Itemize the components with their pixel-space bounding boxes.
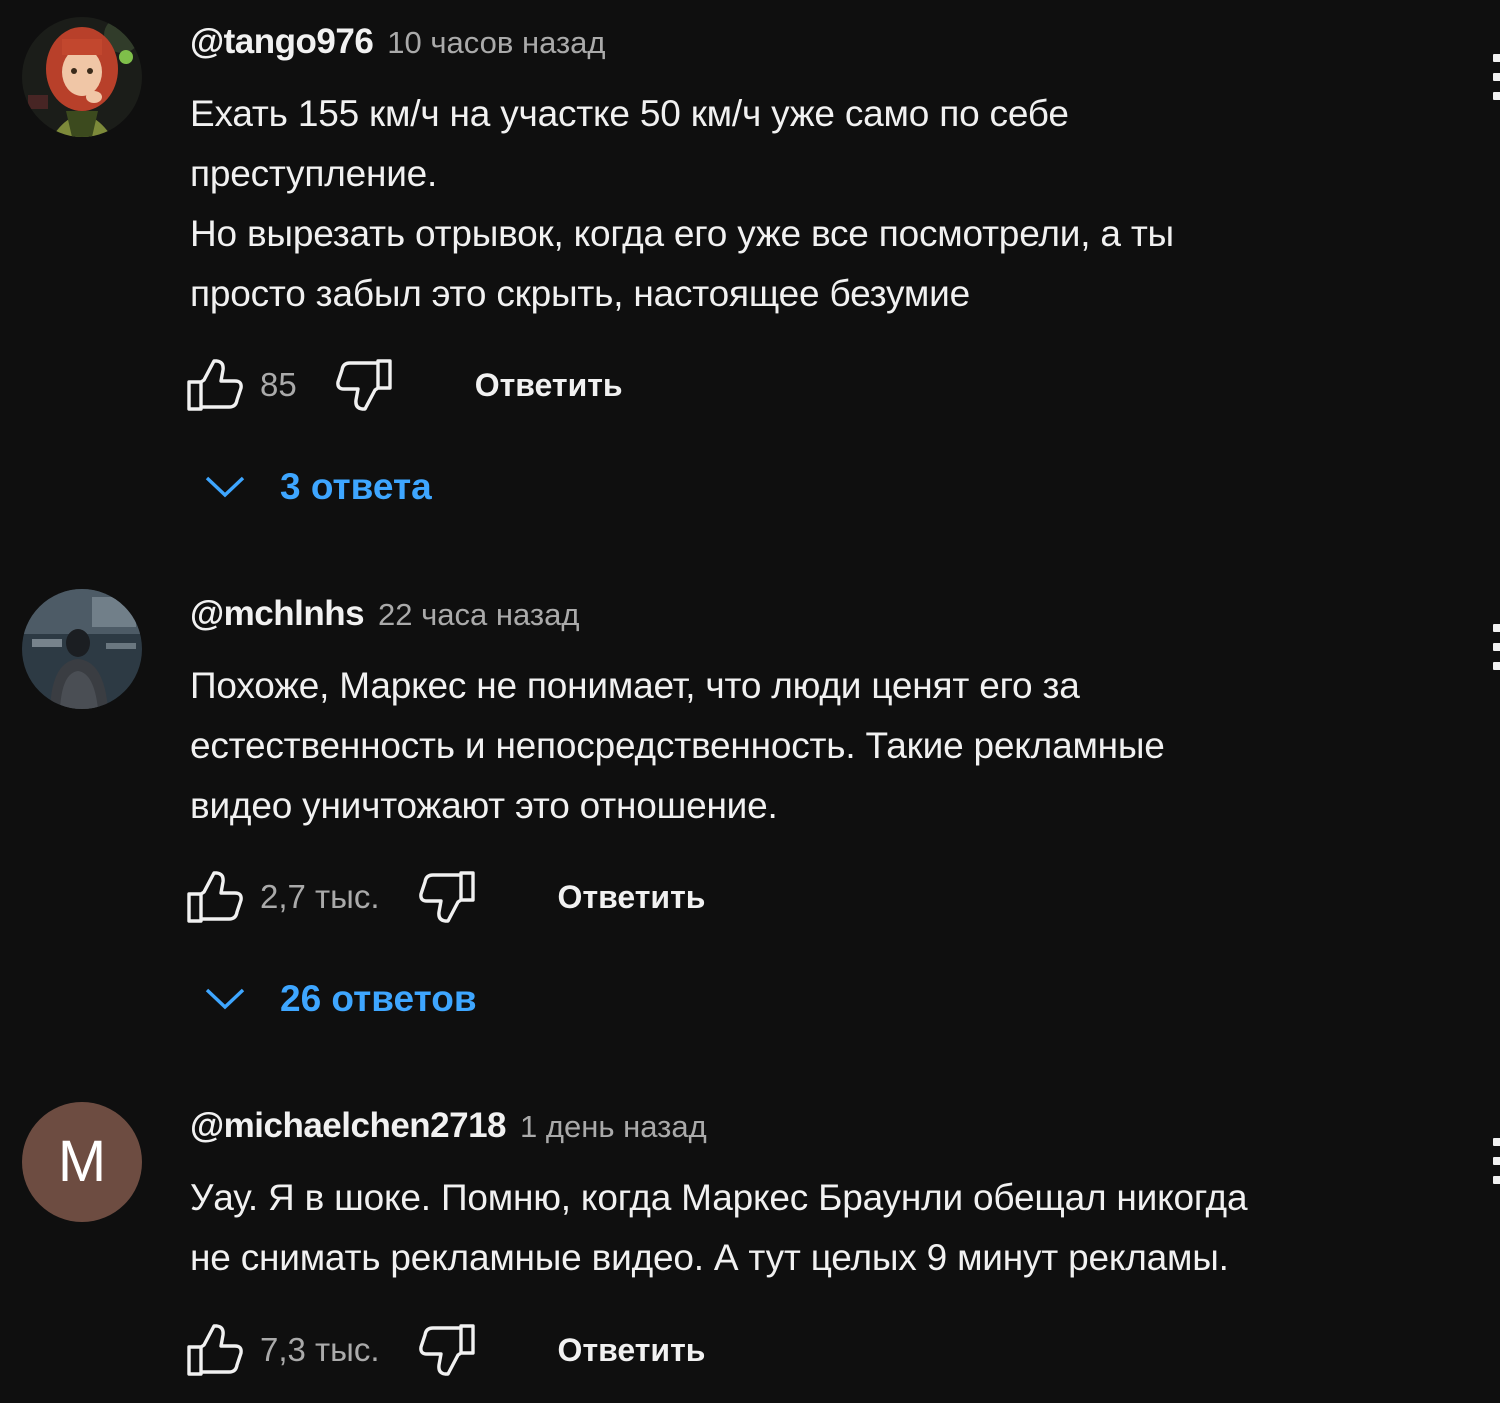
author-name[interactable]: @michaelchen2718 (190, 1106, 507, 1146)
anime-girl-avatar-icon (22, 17, 142, 137)
dislike-button[interactable] (333, 354, 395, 416)
comment-actions: 85 Ответить (184, 354, 623, 416)
comment-time[interactable]: 22 часа назад (378, 597, 579, 633)
reply-button[interactable]: Ответить (558, 1332, 706, 1369)
thumbs-down-icon (418, 871, 475, 923)
comment-text-line: естественность и непосредственность. Так… (190, 725, 1165, 766)
comment-header: @michaelchen2718 1 день назад (190, 1106, 707, 1150)
like-count: 2,7 тыс. (260, 878, 380, 915)
thumbs-down-icon (418, 1324, 475, 1376)
comment-text-line: преступление. (190, 153, 438, 194)
more-vert-icon[interactable] (1486, 1138, 1500, 1188)
comment-text-line: Уау. Я в шоке. Помню, когда Маркес Браун… (190, 1177, 1248, 1218)
photo-person-avatar-icon (22, 589, 142, 709)
thumbs-up-icon (187, 1324, 243, 1376)
dislike-button[interactable] (416, 866, 478, 928)
like-count: 85 (260, 366, 297, 403)
comment-header: @mchlnhs 22 часа назад (190, 594, 579, 638)
author-name[interactable]: @mchlnhs (190, 594, 365, 634)
more-vert-icon[interactable] (1486, 624, 1500, 674)
show-replies-button[interactable]: 3 ответа (196, 457, 432, 517)
author-name[interactable]: @tango976 (190, 22, 374, 62)
avatar[interactable] (22, 589, 142, 709)
comment-text: Похоже, Маркес не понимает, что люди цен… (190, 656, 1440, 836)
comment-text-line: видео уничтожают это отношение. (190, 785, 778, 826)
comment-text-line: Похоже, Маркес не понимает, что люди цен… (190, 665, 1080, 706)
comment-text-line: Но вырезать отрывок, когда его уже все п… (190, 213, 1174, 254)
comment-time[interactable]: 1 день назад (520, 1109, 707, 1145)
chevron-down-icon (196, 467, 254, 507)
reply-button[interactable]: Ответить (558, 879, 706, 916)
chevron-down-icon (196, 979, 254, 1019)
thumbs-down-icon (335, 359, 392, 411)
avatar[interactable] (22, 17, 142, 137)
more-vert-icon[interactable] (1486, 54, 1500, 104)
comment-text-line: не снимать рекламные видео. А тут целых … (190, 1237, 1229, 1278)
comment-actions: 2,7 тыс. Ответить (184, 866, 705, 928)
comment-header: @tango976 10 часов назад (190, 22, 606, 66)
comment-text: Уау. Я в шоке. Помню, когда Маркес Браун… (190, 1168, 1440, 1288)
dislike-button[interactable] (416, 1319, 478, 1381)
like-button[interactable] (184, 354, 246, 416)
replies-count-label: 26 ответов (280, 978, 477, 1019)
thumbs-up-icon (187, 359, 243, 411)
show-replies-button[interactable]: 26 ответов (196, 969, 477, 1029)
avatar[interactable]: M (22, 1102, 142, 1222)
like-button[interactable] (184, 1319, 246, 1381)
comment-text-line: просто забыл это скрыть, настоящее безум… (190, 273, 970, 314)
comment-text: Ехать 155 км/ч на участке 50 км/ч уже са… (190, 84, 1440, 324)
replies-count-label: 3 ответа (280, 466, 432, 507)
comment-actions: 7,3 тыс. Ответить (184, 1319, 705, 1381)
reply-button[interactable]: Ответить (475, 367, 623, 404)
comment-text-line: Ехать 155 км/ч на участке 50 км/ч уже са… (190, 93, 1069, 134)
like-count: 7,3 тыс. (260, 1331, 380, 1368)
thumbs-up-icon (187, 871, 243, 923)
like-button[interactable] (184, 866, 246, 928)
comment-time[interactable]: 10 часов назад (387, 25, 605, 61)
